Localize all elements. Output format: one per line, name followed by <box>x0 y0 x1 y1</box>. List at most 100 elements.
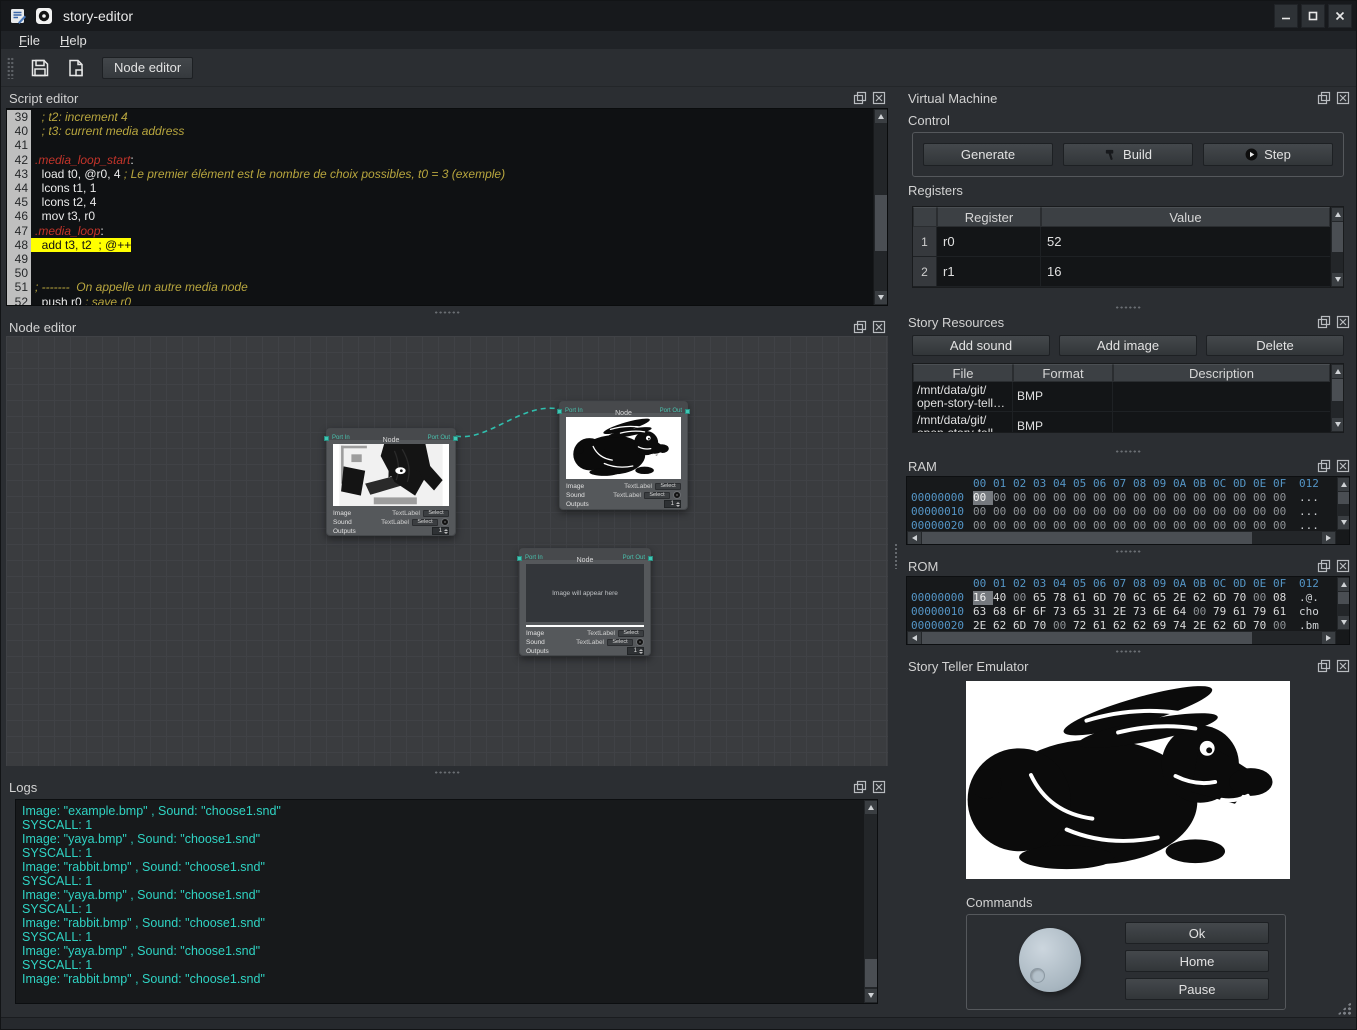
close-panel-button[interactable] <box>872 91 886 105</box>
hex-byte[interactable]: 00 <box>1073 491 1093 505</box>
hex-byte[interactable]: 00 <box>1233 491 1253 505</box>
rom-hex-view[interactable]: 000102030405060708090A0B0C0D0E0F01200000… <box>906 576 1350 645</box>
maximize-button[interactable] <box>1301 4 1325 28</box>
file-cell[interactable]: /mnt/data/git/open-story-tell… <box>913 382 1013 411</box>
hex-byte[interactable]: 61 <box>1233 605 1253 619</box>
select-image-button[interactable]: Select <box>423 510 449 517</box>
hex-byte[interactable]: 73 <box>1053 605 1073 619</box>
build-button[interactable]: Build <box>1063 143 1193 166</box>
generate-button[interactable]: Generate <box>923 143 1053 166</box>
hex-byte[interactable]: 00 <box>1273 619 1293 630</box>
hex-byte[interactable]: 00 <box>1173 505 1193 519</box>
hex-byte[interactable]: 00 <box>1153 505 1173 519</box>
play-sound-button[interactable] <box>636 638 644 646</box>
hex-byte[interactable]: 16 <box>973 591 993 605</box>
close-panel-button[interactable] <box>1336 559 1350 573</box>
splitter[interactable] <box>900 301 1356 313</box>
hex-byte[interactable]: 00 <box>1213 491 1233 505</box>
port-out-dot[interactable] <box>648 556 653 561</box>
hex-byte[interactable]: 00 <box>1273 491 1293 505</box>
hex-byte[interactable]: 6D <box>1213 591 1233 605</box>
splitter[interactable] <box>900 645 1356 657</box>
hex-byte[interactable]: 62 <box>1133 619 1153 630</box>
float-panel-button[interactable] <box>853 91 867 105</box>
hex-byte[interactable]: 00 <box>1053 491 1073 505</box>
hex-byte[interactable]: 61 <box>1093 619 1113 630</box>
play-sound-button[interactable] <box>441 518 449 526</box>
play-sound-button[interactable] <box>673 491 681 499</box>
toolbar-drag-handle[interactable] <box>7 57 14 79</box>
ram-vertical-scrollbar[interactable] <box>1336 477 1349 530</box>
float-panel-button[interactable] <box>1317 659 1331 673</box>
outputs-spinbox[interactable]: 1 <box>432 527 449 535</box>
file-cell[interactable]: /mnt/data/git/open-story-tell <box>913 412 1013 433</box>
file-column-header[interactable]: File <box>913 364 1013 382</box>
hex-byte[interactable]: 6F <box>1033 605 1053 619</box>
hex-byte[interactable]: 00 <box>1253 491 1273 505</box>
hex-byte[interactable]: 74 <box>1173 619 1193 630</box>
hex-byte[interactable]: 65 <box>1073 605 1093 619</box>
registers-table[interactable]: Register Value 1r0522r116 <box>912 206 1344 288</box>
titlebar[interactable]: story-editor <box>1 1 1356 31</box>
hex-byte[interactable]: 00 <box>1133 505 1153 519</box>
hex-byte[interactable]: 2E <box>1113 605 1133 619</box>
outputs-spinbox[interactable]: 1 <box>664 500 681 508</box>
hex-byte[interactable]: 00 <box>973 505 993 519</box>
save-button[interactable] <box>28 56 52 80</box>
hex-byte[interactable]: 08 <box>1273 591 1293 605</box>
hex-byte[interactable]: 00 <box>973 491 993 505</box>
hex-byte[interactable]: 00 <box>1113 491 1133 505</box>
register-row[interactable]: 2r116 <box>913 257 1343 287</box>
close-panel-button[interactable] <box>1336 659 1350 673</box>
hex-byte[interactable]: 6D <box>1093 591 1113 605</box>
hex-byte[interactable]: 00 <box>1153 491 1173 505</box>
hex-byte[interactable]: 00 <box>1033 491 1053 505</box>
hex-byte[interactable]: 00 <box>1193 519 1213 530</box>
port-out-dot[interactable] <box>685 409 690 414</box>
hex-byte[interactable]: 6E <box>1153 605 1173 619</box>
hex-byte[interactable]: 00 <box>1193 605 1213 619</box>
format-cell[interactable]: BMP <box>1013 412 1113 433</box>
delete-button[interactable]: Delete <box>1206 335 1344 356</box>
home-button[interactable]: Home <box>1125 950 1269 972</box>
register-column-header[interactable]: Register <box>937 207 1041 227</box>
hex-byte[interactable]: 73 <box>1133 605 1153 619</box>
resources-table[interactable]: File Format Description /mnt/data/git/op… <box>912 363 1344 433</box>
description-cell[interactable] <box>1113 412 1330 433</box>
hex-byte[interactable]: 6D <box>1013 619 1033 630</box>
add-image-button[interactable]: Add image <box>1059 335 1197 356</box>
hex-byte[interactable]: 62 <box>1193 591 1213 605</box>
hex-byte[interactable]: 68 <box>993 605 1013 619</box>
media-node[interactable]: Node Port In Port Out Image will appear … <box>519 548 651 656</box>
hex-byte[interactable]: 00 <box>1213 519 1233 530</box>
hex-byte[interactable]: 00 <box>1233 505 1253 519</box>
hex-byte[interactable]: 2E <box>1173 591 1193 605</box>
hex-byte[interactable]: 00 <box>1073 505 1093 519</box>
resource-row[interactable]: /mnt/data/git/open-story-tellBMP <box>913 412 1343 433</box>
format-column-header[interactable]: Format <box>1013 364 1113 382</box>
hex-byte[interactable]: 00 <box>1013 491 1033 505</box>
splitter-node-logs[interactable] <box>1 766 892 778</box>
outputs-spinbox[interactable]: 1 <box>627 647 644 655</box>
hex-byte[interactable]: 00 <box>1113 519 1133 530</box>
hex-byte[interactable]: 00 <box>1173 519 1193 530</box>
hex-byte[interactable]: 6D <box>1233 619 1253 630</box>
hex-byte[interactable]: 70 <box>1113 591 1133 605</box>
ram-hex-view[interactable]: 000102030405060708090A0B0C0D0E0F01200000… <box>906 476 1350 545</box>
hex-byte[interactable]: 00 <box>993 519 1013 530</box>
hex-byte[interactable]: 00 <box>973 519 993 530</box>
select-sound-button[interactable]: Select <box>412 519 438 526</box>
hex-byte[interactable]: 00 <box>1173 491 1193 505</box>
hex-byte[interactable]: 00 <box>1133 491 1153 505</box>
float-panel-button[interactable] <box>853 780 867 794</box>
hex-byte[interactable]: 69 <box>1153 619 1173 630</box>
register-row[interactable]: 1r052 <box>913 227 1343 257</box>
resource-row[interactable]: /mnt/data/git/open-story-tell…BMP <box>913 382 1343 412</box>
hex-byte[interactable]: 00 <box>1253 519 1273 530</box>
hex-byte[interactable]: 70 <box>1233 591 1253 605</box>
hex-byte[interactable]: 00 <box>1033 519 1053 530</box>
register-name-cell[interactable]: r0 <box>937 227 1041 256</box>
splitter-script-node[interactable] <box>1 306 892 318</box>
close-panel-button[interactable] <box>1336 459 1350 473</box>
hex-byte[interactable]: 00 <box>1073 519 1093 530</box>
